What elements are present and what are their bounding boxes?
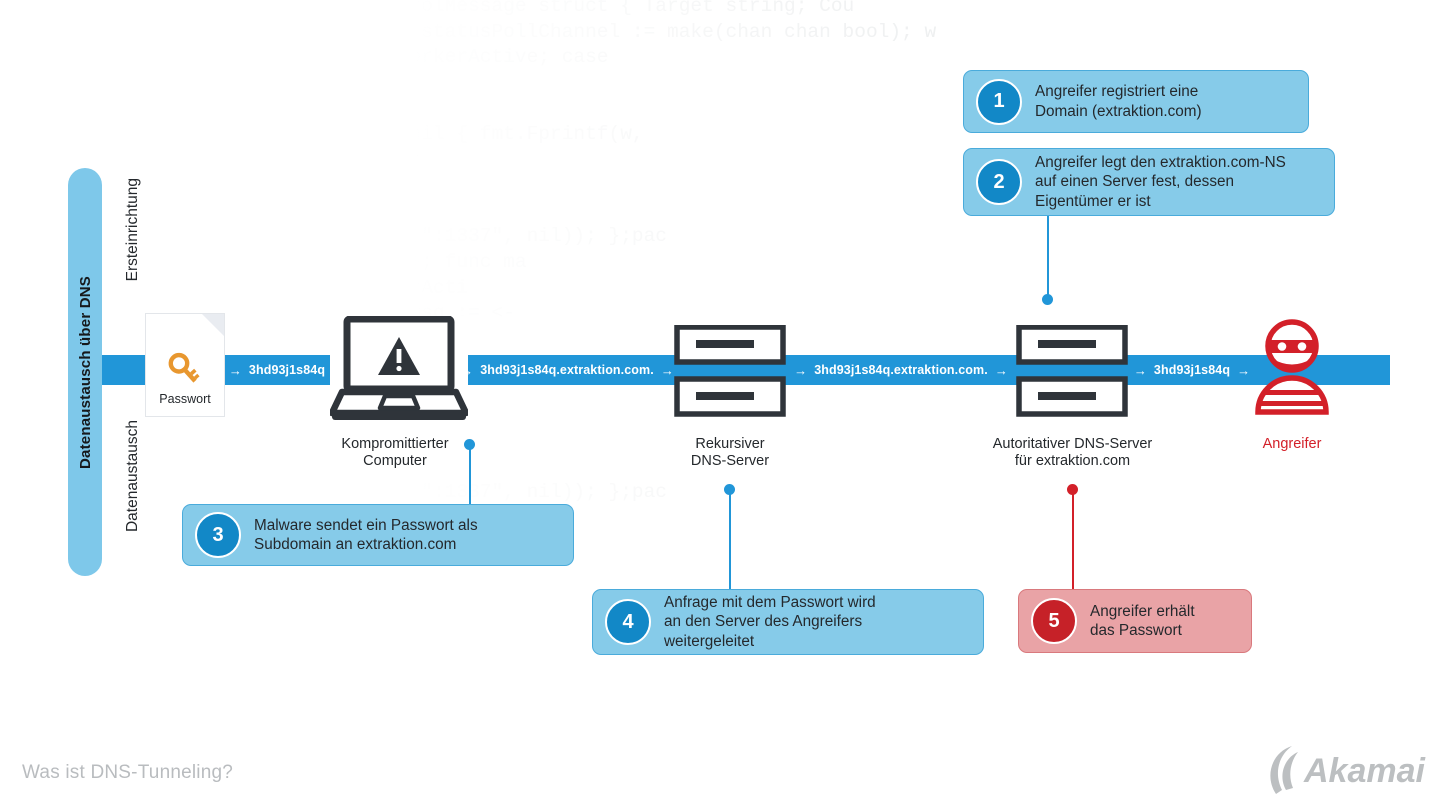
callout-1-badge: 1 (976, 78, 1022, 125)
page-caption: Was ist DNS-Tunneling? (22, 762, 234, 783)
code-line: Message string; Count int64; }; func ma (0, 250, 527, 273)
laptop-warning-icon (328, 315, 470, 422)
attacker-label: Angreifer (1262, 436, 1322, 452)
connector-callout-5 (1072, 492, 1074, 590)
password-document: Passwort (145, 313, 225, 417)
compromised-computer-node (328, 315, 470, 427)
akamai-logo: Akamai (1268, 742, 1428, 798)
flow-text: 3hd93j1s84q (248, 363, 326, 377)
callout-2-text: Angreifer legt den extraktion.com-NS auf… (1035, 153, 1286, 210)
callout-1[interactable]: 1 Angreifer registriert eine Domain (ext… (963, 70, 1309, 133)
phase-setup-text: Ersteinrichtung (124, 178, 141, 282)
flow-label-recursive-to-authoritative: → 3hd93j1s84q.extraktion.com. → (794, 355, 1008, 385)
code-line: strings = "time" ); type ControlMessage … (0, 0, 855, 17)
flow-label-laptop-to-recursive: → 3hd93j1s84q.extraktion.com. → (460, 355, 674, 385)
arrow-icon: → (228, 362, 242, 378)
code-line: := make(chan chan bool); workerActi (0, 276, 469, 299)
connector-dot-callout-3 (464, 439, 475, 450)
arrow-icon: → (1133, 362, 1147, 378)
callout-4-badge: 4 (605, 599, 651, 645)
recursive-dns-server-node (674, 324, 786, 423)
code-line: log.Fatal(http.ListenAndServe(":1337", n… (0, 481, 668, 504)
callout-2-badge: 2 (976, 159, 1022, 205)
key-icon (165, 350, 205, 395)
server-icon (1016, 324, 1128, 417)
recursive-dns-server-label: Rekursiver DNS-Server (690, 436, 770, 469)
authoritative-dns-server-node (1016, 324, 1128, 423)
callout-2[interactable]: 2 Angreifer legt den extraktion.com-NS a… (963, 148, 1335, 216)
arrow-icon: → (1237, 362, 1251, 378)
authoritative-dns-server-label: Autoritativer DNS-Server für extraktion.… (992, 436, 1153, 469)
attacker-node (1252, 316, 1332, 421)
code-line: workerActive = make(chan bool); statusPo… (0, 20, 937, 43)
callout-1-text: Angreifer registriert eine Domain (extra… (1035, 83, 1202, 120)
arrow-icon: → (994, 362, 1008, 378)
arrow-icon: → (794, 362, 808, 378)
page-fold-corner (202, 314, 224, 336)
callout-5-text: Angreifer erhält das Passwort (1090, 602, 1195, 640)
connector-callout-4 (729, 492, 731, 590)
flow-text: 3hd93j1s84q (1153, 363, 1231, 377)
connector-dot-callout-5 (1067, 484, 1078, 495)
password-document-label: Passwort (159, 392, 211, 406)
code-line: log.Fatal(http.ListenAndServe(":1337", n… (0, 225, 668, 248)
callout-5[interactable]: 5 Angreifer erhält das Passwort (1018, 589, 1252, 653)
flow-text: 3hd93j1s84q.extraktion.com. (480, 363, 654, 377)
callout-3-text: Malware sendet ein Passwort als Subdomai… (254, 516, 478, 554)
flow-label-authoritative-to-attacker: → 3hd93j1s84q → (1133, 355, 1251, 385)
connector-dot-callout-4 (724, 484, 735, 495)
callout-3-badge: 3 (195, 512, 241, 558)
burglar-icon (1255, 319, 1329, 415)
server-icon (674, 324, 786, 417)
callout-4[interactable]: 4 Anfrage mit dem Passwort wird an den S… (592, 589, 984, 655)
code-line: statusPollChannel: respChan <- workerAct… (0, 46, 609, 69)
rail-label-text: Datenaustausch über DNS (76, 275, 94, 469)
callout-3[interactable]: 3 Malware sendet ein Passwort als Subdom… (182, 504, 574, 566)
dns-exchange-rail-label: Datenaustausch über DNS (68, 168, 102, 576)
flow-text: 3hd93j1s84q.extraktion.com. (814, 363, 988, 377)
callout-4-text: Anfrage mit dem Passwort wird an den Ser… (664, 593, 876, 650)
diagram-canvas: strings = "time" ); type ControlMessage … (0, 0, 1440, 810)
akamai-wordmark: Akamai (1303, 752, 1427, 790)
connector-callout-3 (469, 445, 471, 505)
callout-5-badge: 5 (1031, 598, 1077, 644)
connector-dot-callout-2 (1042, 294, 1053, 305)
flow-label-host-to-laptop: → 3hd93j1s84q → (228, 355, 346, 385)
phase-label-exchange: Datenaustausch (124, 420, 142, 580)
phase-exchange-text: Datenaustausch (124, 420, 141, 533)
compromised-computer-label: Kompromittierter Computer (341, 436, 449, 469)
connector-callout-2 (1047, 215, 1049, 297)
arrow-icon: → (660, 362, 674, 378)
phase-label-setup: Ersteinrichtung (124, 178, 142, 328)
